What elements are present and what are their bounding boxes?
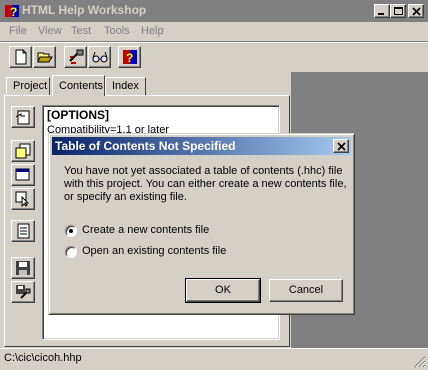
- radio-create-new[interactable]: [65, 225, 77, 237]
- radio-create-new-label[interactable]: Create a new contents file: [82, 224, 209, 236]
- radio-open-existing[interactable]: [65, 246, 77, 258]
- menu-help[interactable]: Help: [141, 25, 164, 37]
- dialog-message: You have not yet associated a table of c…: [64, 165, 347, 203]
- radio-selected-dot: [69, 229, 73, 233]
- new-file-icon: [15, 49, 27, 65]
- ok-button[interactable]: OK: [185, 278, 261, 303]
- svg-text:?: ?: [126, 51, 133, 65]
- menu-bar: File View Test Tools Help: [0, 22, 428, 41]
- tab-index[interactable]: Index: [105, 77, 146, 95]
- svg-text:?: ?: [10, 5, 17, 19]
- minimize-icon: [378, 13, 384, 15]
- tab-contents-label: Contents: [59, 80, 104, 92]
- maximize-button[interactable]: [390, 4, 406, 18]
- dialog-title-bar[interactable]: Table of Contents Not Specified: [52, 137, 351, 155]
- close-window-button[interactable]: [408, 4, 424, 18]
- dialog-close-button[interactable]: [333, 139, 349, 153]
- toc-not-specified-dialog: Table of Contents Not Specified You have…: [48, 133, 355, 315]
- cancel-button[interactable]: Cancel: [269, 279, 343, 302]
- menu-file[interactable]: File: [9, 25, 27, 37]
- menu-tools[interactable]: Tools: [104, 25, 130, 37]
- tab-index-label: Index: [112, 80, 139, 92]
- new-file-button[interactable]: [9, 46, 32, 68]
- help-workshop-app-icon: ?: [5, 5, 19, 19]
- radio-open-existing-label[interactable]: Open an existing contents file: [82, 245, 226, 257]
- compile-button[interactable]: [64, 46, 87, 68]
- help-button[interactable]: ?: [118, 46, 141, 68]
- view-compiled-button[interactable]: [88, 46, 111, 68]
- help-book-icon: ?: [123, 50, 137, 65]
- menu-view[interactable]: View: [38, 25, 62, 37]
- tab-contents[interactable]: Contents: [52, 75, 105, 96]
- glasses-icon: [92, 51, 108, 63]
- status-project-path: C:\cic\cicoh.hhp: [4, 352, 82, 364]
- maximize-icon: [394, 7, 403, 15]
- window-title: HTML Help Workshop: [22, 3, 147, 17]
- open-file-button[interactable]: [33, 46, 56, 68]
- tab-project-label: Project: [13, 80, 48, 92]
- minimize-button[interactable]: [374, 4, 390, 18]
- resize-grip-icon[interactable]: [414, 356, 426, 368]
- compile-icon: [69, 49, 84, 64]
- window-title-bar[interactable]: ? HTML Help Workshop: [0, 0, 428, 22]
- menu-test[interactable]: Test: [71, 25, 91, 37]
- close-icon: [337, 142, 346, 151]
- tab-project[interactable]: Project: [6, 77, 50, 95]
- open-folder-icon: [37, 52, 53, 63]
- close-icon: [412, 7, 421, 16]
- status-bar: C:\cic\cicoh.hhp: [0, 348, 428, 370]
- dialog-title: Table of Contents Not Specified: [55, 139, 236, 153]
